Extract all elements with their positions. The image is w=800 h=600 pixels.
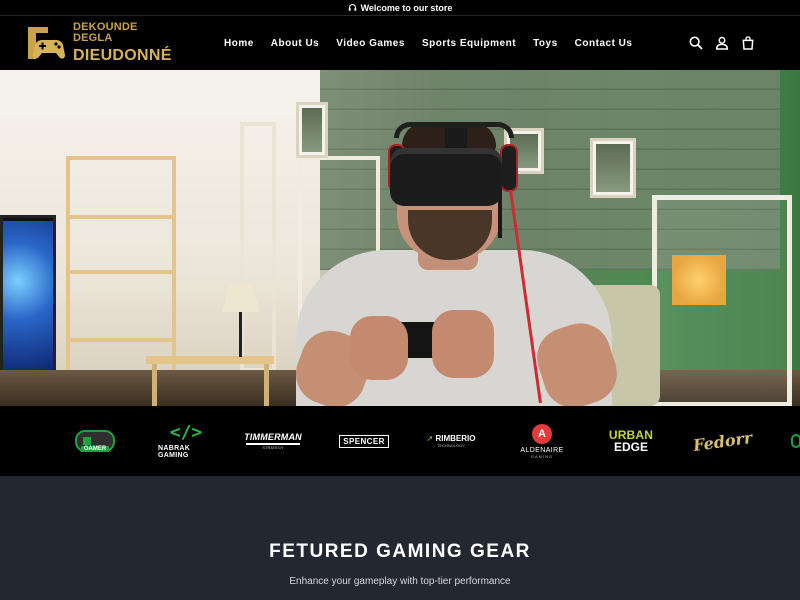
hero-picture-frame: [296, 102, 328, 158]
featured-section: FETURED GAMING GEAR Enhance your gamepla…: [0, 476, 800, 600]
brand-rimberio[interactable]: ➚ RIMBERIO TECHNOLOGY: [420, 406, 482, 476]
brand-rimberio-label: ➚ RIMBERIO: [426, 434, 476, 443]
brand-urban-line2: EDGE: [613, 440, 648, 454]
announcement-text: Welcome to our store: [360, 2, 453, 13]
hero-hand-left: [350, 316, 408, 380]
code-brackets-icon: </>: [169, 421, 203, 443]
brand-timmerman-label: TIMMERMAN: [244, 432, 302, 442]
store-logo[interactable]: DEKOUNDE DEGLA DIEUDONNÉ: [27, 22, 171, 64]
brand-nabrak-label: NABRAK GAMING: [158, 444, 191, 459]
headset-ear-right: [500, 144, 518, 192]
vr-headset: [390, 148, 502, 206]
main-nav: Home About Us Video Games Sports Equipme…: [224, 17, 649, 70]
hero-banner[interactable]: [0, 70, 800, 406]
brand-timmerman-sub: STRATEGY: [262, 445, 284, 450]
hero-shelf-board: [66, 338, 176, 342]
hero-table: [146, 356, 274, 364]
brand-urban-edge[interactable]: URBAN EDGE: [606, 406, 656, 476]
search-icon[interactable]: [688, 35, 704, 51]
logo-line-2: DIEUDONNÉ: [73, 47, 172, 64]
brand-spencer[interactable]: SPENCER: [339, 406, 389, 476]
nav-about-us[interactable]: About Us: [271, 38, 319, 49]
brand-partial-next[interactable]: [790, 406, 800, 476]
nav-contact-us[interactable]: Contact Us: [575, 38, 633, 49]
brand-aldenaire-label: ALDENAIRE: [520, 446, 564, 454]
hero-hand-right: [432, 310, 494, 378]
cart-icon[interactable]: [740, 35, 756, 51]
aldenaire-mark-icon: A: [532, 423, 552, 444]
hero-lamp-stem: [239, 312, 242, 357]
brand-spencer-label: SPENCER: [339, 434, 389, 448]
gamepad-logo-icon: [27, 23, 69, 63]
brand-timmerman[interactable]: TIMMERMAN STRATEGY: [242, 406, 304, 476]
header-icons: [678, 35, 756, 51]
brand-logo-strip: GAMER </> NABRAK GAMING TIMMERMAN STRATE…: [0, 406, 800, 476]
brand-rimberio-sub: TECHNOLOGY: [436, 443, 465, 448]
logo-line-1: DEKOUNDE DEGLA: [73, 21, 138, 44]
nav-toys[interactable]: Toys: [533, 38, 558, 49]
site-header: DEKOUNDE DEGLA DIEUDONNÉ Home About Us V…: [0, 17, 800, 70]
hero-shelf-board: [66, 270, 176, 274]
brand-nabrak-gaming[interactable]: </> NABRAK GAMING: [158, 406, 214, 476]
hero-glow-lamp: [672, 255, 726, 305]
hero-picture-frame: [590, 138, 636, 198]
hero-shelf-board: [66, 215, 176, 219]
hero-tv: [0, 215, 56, 375]
nav-sports-equipment[interactable]: Sports Equipment: [422, 38, 516, 49]
brand-gamer-label: GAMER: [80, 446, 110, 452]
headset-mic: [498, 190, 502, 238]
nav-home[interactable]: Home: [224, 38, 254, 49]
headphones-icon: [348, 4, 356, 11]
brand-aldenaire[interactable]: A ALDENAIRE GAMING: [514, 406, 570, 476]
nav-video-games[interactable]: Video Games: [336, 38, 405, 49]
featured-title: FETURED GAMING GEAR: [269, 541, 531, 562]
brand-fedor-label: Fedorr: [692, 427, 754, 455]
arrow-icon: ➚: [426, 434, 434, 443]
account-icon[interactable]: [714, 35, 730, 51]
brand-fedor[interactable]: Fedorr: [690, 406, 756, 476]
hero-shelf-tall: [240, 122, 276, 372]
brand-aldenaire-sub: GAMING: [530, 453, 554, 459]
hero-table-leg: [152, 364, 157, 406]
partial-logo-icon: [791, 434, 800, 448]
brand-gamer[interactable]: GAMER: [72, 406, 118, 476]
announcement-bar: Welcome to our store: [0, 0, 800, 16]
featured-subtitle: Enhance your gameplay with top-tier perf…: [289, 576, 511, 587]
hero-table-leg: [264, 364, 269, 406]
